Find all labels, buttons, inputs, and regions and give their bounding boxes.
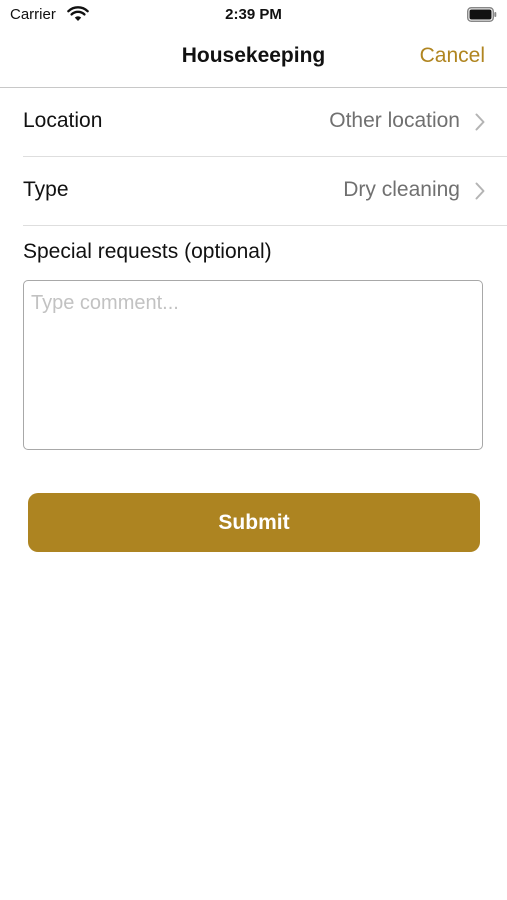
special-requests-label: Special requests (optional) xyxy=(23,240,272,263)
submit-button[interactable]: Submit xyxy=(28,493,480,552)
status-bar: Carrier 2:39 PM xyxy=(0,0,507,30)
location-value: Other location xyxy=(329,109,460,132)
special-requests-input[interactable] xyxy=(23,280,483,450)
cancel-button[interactable]: Cancel xyxy=(420,44,485,68)
navigation-bar: Housekeeping Cancel xyxy=(0,30,507,88)
location-row[interactable]: Location Other location xyxy=(23,88,507,157)
type-label: Type xyxy=(23,178,69,201)
location-label: Location xyxy=(23,109,103,132)
status-time: 2:39 PM xyxy=(225,6,282,23)
chevron-right-icon xyxy=(475,113,485,131)
type-row[interactable]: Type Dry cleaning xyxy=(23,157,507,226)
battery-icon xyxy=(467,7,497,22)
type-value: Dry cleaning xyxy=(343,178,460,201)
chevron-right-icon xyxy=(475,182,485,200)
